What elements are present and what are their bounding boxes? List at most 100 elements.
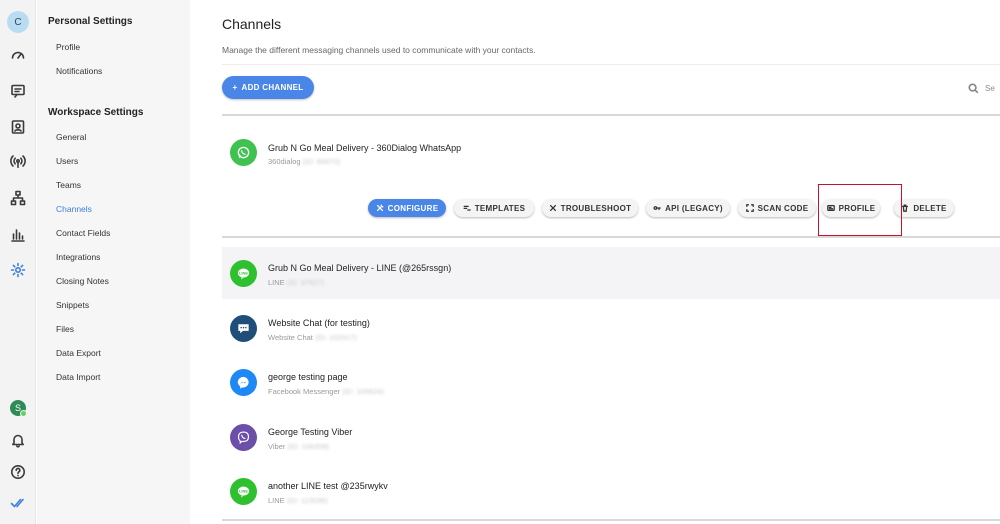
scan-code-button[interactable]: SCAN CODE: [738, 199, 816, 217]
channel-type: Website Chat (ID: 102917): [268, 333, 357, 342]
troubleshoot-label: TROUBLESHOOT: [560, 203, 632, 213]
templates-button[interactable]: TEMPLATES: [454, 199, 534, 217]
svg-text:LINE: LINE: [239, 489, 248, 494]
bottom-user-avatar[interactable]: S: [0, 392, 36, 424]
channel-row[interactable]: LINE another LINE test @235rwykv LINE (I…: [222, 465, 1000, 517]
channel-name: Website Chat (for testing): [268, 318, 370, 328]
channel-name: another LINE test @235rwykv: [268, 481, 388, 491]
search-input[interactable]: Se: [968, 80, 1000, 96]
nav-item-files[interactable]: Files: [56, 324, 74, 334]
channel-row[interactable]: LINE Grub N Go Meal Delivery - LINE (@26…: [222, 247, 1000, 299]
line-icon: LINE: [230, 478, 257, 505]
divider: [222, 114, 1000, 116]
scan-icon: [745, 204, 754, 212]
channel-name: george testing page: [268, 372, 348, 382]
whatsapp-icon: [230, 139, 257, 166]
nav-item-contact-fields[interactable]: Contact Fields: [56, 228, 110, 238]
nav-item-teams[interactable]: Teams: [56, 180, 81, 190]
add-channel-label: ADD CHANNEL: [241, 83, 304, 92]
icon-rail: C S: [0, 0, 36, 524]
messages-icon[interactable]: [0, 75, 36, 107]
channel-id: (ID: 110036): [286, 496, 328, 505]
line-icon: LINE: [230, 260, 257, 287]
channel-type-label: LINE: [268, 278, 285, 287]
settings-gear-icon[interactable]: [0, 254, 36, 286]
user-avatar[interactable]: C: [0, 6, 36, 38]
contacts-icon[interactable]: [0, 111, 36, 143]
plus-icon: +: [232, 83, 238, 92]
channel-row[interactable]: George Testing Viber Viber (ID: 106358): [222, 411, 1000, 463]
channel-name: Grub N Go Meal Delivery - 360Dialog What…: [268, 143, 462, 153]
help-icon[interactable]: [0, 456, 36, 488]
chat-bubble-icon: [230, 315, 257, 342]
settings-nav: Personal Settings Profile Notifications …: [37, 0, 190, 524]
nav-item-channels[interactable]: Channels: [56, 204, 92, 214]
templates-icon: [463, 205, 471, 211]
channel-type: Facebook Messenger (ID: 105624): [268, 387, 384, 396]
page-description: Manage the different messaging channels …: [222, 45, 536, 55]
api-legacy-label: API (LEGACY): [665, 203, 723, 213]
configure-label: CONFIGURE: [387, 203, 439, 213]
channel-type-label: Viber: [268, 442, 286, 451]
channel-id: (ID: 105624): [342, 387, 384, 396]
nav-item-users[interactable]: Users: [56, 156, 78, 166]
channel-row[interactable]: george testing page Facebook Messenger (…: [222, 356, 1000, 408]
delete-label: DELETE: [913, 203, 947, 213]
nav-item-profile[interactable]: Profile: [56, 42, 80, 52]
page-title: Channels: [222, 16, 282, 32]
messenger-icon: [230, 369, 257, 396]
add-channel-button[interactable]: + ADD CHANNEL: [222, 76, 314, 99]
bell-icon[interactable]: [0, 424, 36, 456]
channel-row[interactable]: Website Chat (for testing) Website Chat …: [222, 302, 1000, 354]
scan-code-label: SCAN CODE: [757, 203, 809, 213]
channel-id: (ID: 97827): [286, 278, 325, 287]
avatar: S: [10, 400, 27, 417]
wrench-icon: [376, 204, 384, 212]
configure-button[interactable]: CONFIGURE: [368, 199, 446, 217]
svg-text:LINE: LINE: [239, 271, 248, 276]
personal-settings-header: Personal Settings: [48, 16, 133, 27]
viber-icon: [230, 424, 257, 451]
channel-type: Viber (ID: 106358): [268, 442, 329, 451]
channels-page: Channels Manage the different messaging …: [190, 0, 1000, 524]
channel-type-label: Facebook Messenger: [268, 387, 341, 396]
nav-item-snippets[interactable]: Snippets: [56, 300, 89, 310]
nav-item-general[interactable]: General: [56, 132, 86, 142]
nav-item-notifications[interactable]: Notifications: [56, 66, 102, 76]
channel-type-label: 360dialog: [268, 157, 301, 166]
reports-icon[interactable]: [0, 219, 36, 251]
app: C S Personal Settings Profile Notificati…: [0, 0, 1000, 524]
trash-icon: [902, 204, 909, 212]
channel-id: (ID: 89470): [302, 157, 341, 166]
channel-type: LINE (ID: 110036): [268, 496, 328, 505]
divider: [222, 236, 1000, 238]
channel-id: (ID: 106358): [287, 442, 330, 451]
double-check-logo-icon: [0, 487, 36, 519]
nav-item-integrations[interactable]: Integrations: [56, 252, 100, 262]
nav-item-closing-notes[interactable]: Closing Notes: [56, 276, 109, 286]
search-placeholder: Se: [985, 83, 995, 93]
api-legacy-button[interactable]: API (LEGACY): [646, 199, 730, 217]
divider: [222, 519, 1000, 521]
search-icon: [968, 82, 979, 93]
templates-label: TEMPLATES: [474, 203, 526, 213]
channel-name: George Testing Viber: [268, 427, 353, 437]
broadcast-icon[interactable]: [0, 145, 36, 177]
tools-icon: [549, 204, 556, 212]
channel-type-label: LINE: [268, 496, 285, 505]
delete-button[interactable]: DELETE: [894, 199, 954, 217]
key-icon: [653, 206, 661, 211]
nav-item-data-import[interactable]: Data Import: [56, 372, 100, 382]
dashboard-icon[interactable]: [0, 39, 36, 71]
channel-name: Grub N Go Meal Delivery - LINE (@265rssg…: [268, 263, 452, 273]
channel-id: (ID: 102917): [314, 333, 357, 342]
channel-type-label: Website Chat: [268, 333, 313, 342]
workspace-settings-header: Workspace Settings: [48, 107, 144, 118]
divider: [222, 64, 1000, 65]
nav-item-data-export[interactable]: Data Export: [56, 348, 101, 358]
troubleshoot-button[interactable]: TROUBLESHOOT: [542, 199, 638, 217]
avatar: C: [7, 11, 29, 33]
channel-type: LINE (ID: 97827): [268, 278, 324, 287]
profile-highlight-box: [818, 184, 902, 236]
workflows-icon[interactable]: [0, 182, 36, 214]
